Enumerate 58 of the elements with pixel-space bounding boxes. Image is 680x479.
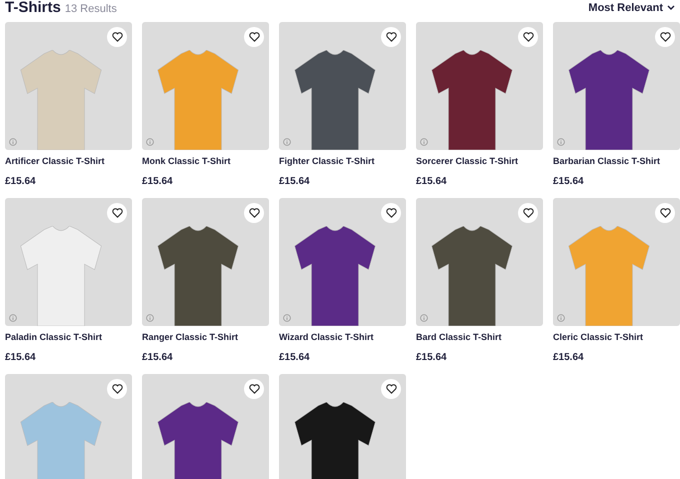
product-name[interactable]: Artificer Classic T-Shirt [5, 155, 132, 168]
product-price: £15.64 [553, 351, 585, 365]
heart-icon [248, 208, 260, 218]
favorite-button[interactable] [244, 27, 264, 47]
favorite-button[interactable] [244, 203, 264, 223]
product-price: £15.64 [5, 175, 37, 189]
favorite-button[interactable] [107, 27, 127, 47]
result-count: 13 Results [64, 2, 117, 17]
product-photo[interactable] [553, 22, 680, 150]
heart-icon [660, 32, 670, 42]
product-name[interactable]: Cleric Classic T-Shirt [553, 331, 680, 344]
product-name[interactable]: Paladin Classic T-Shirt [5, 331, 132, 344]
heart-icon [112, 208, 122, 218]
favorite-button[interactable] [381, 379, 401, 399]
product-name[interactable]: Fighter Classic T-Shirt [279, 155, 406, 168]
product-price: £15.64 [416, 175, 448, 189]
favorite-button[interactable] [107, 203, 127, 223]
heart-icon [522, 32, 534, 42]
product-photo[interactable] [416, 198, 543, 326]
favorite-button[interactable] [244, 379, 264, 399]
product-price: £15.64 [279, 175, 311, 189]
favorite-button[interactable] [655, 203, 675, 223]
heart-icon [386, 32, 396, 42]
product-photo[interactable] [416, 22, 543, 150]
favorite-button[interactable] [107, 379, 127, 399]
heart-icon [660, 208, 670, 218]
heart-icon [248, 384, 260, 394]
product-price: £15.64 [142, 175, 174, 189]
page-title: T-Shirts [5, 0, 61, 15]
favorite-button[interactable] [381, 27, 401, 47]
product-price: £15.64 [5, 351, 37, 365]
product-price: £15.64 [279, 351, 311, 365]
product-photo[interactable] [279, 198, 406, 326]
product-name[interactable]: Barbarian Classic T-Shirt [553, 155, 680, 168]
heart-icon [386, 208, 396, 218]
product-name[interactable]: Wizard Classic T-Shirt [279, 331, 406, 344]
favorite-button[interactable] [655, 27, 675, 47]
favorite-button[interactable] [518, 27, 538, 47]
product-photo[interactable] [142, 198, 269, 326]
heart-icon [112, 384, 122, 394]
product-name[interactable]: Sorcerer Classic T-Shirt [416, 155, 543, 168]
product-price: £15.64 [142, 351, 174, 365]
product-price: £15.64 [416, 351, 448, 365]
favorite-button[interactable] [381, 203, 401, 223]
product-name[interactable]: Ranger Classic T-Shirt [142, 331, 269, 344]
heart-icon [248, 32, 260, 42]
product-photo[interactable] [279, 22, 406, 150]
product-name[interactable]: Bard Classic T-Shirt [416, 331, 543, 344]
heart-icon [522, 208, 534, 218]
product-name[interactable]: Monk Classic T-Shirt [142, 155, 269, 168]
favorite-button[interactable] [518, 203, 538, 223]
heart-icon [112, 32, 122, 42]
chevron-icon [667, 5, 675, 12]
sort-dropdown[interactable]: Most Relevant [588, 0, 675, 16]
heart-icon [386, 384, 396, 394]
product-photo[interactable] [142, 374, 269, 479]
product-photo[interactable] [279, 374, 406, 479]
product-price: £15.64 [553, 175, 585, 189]
